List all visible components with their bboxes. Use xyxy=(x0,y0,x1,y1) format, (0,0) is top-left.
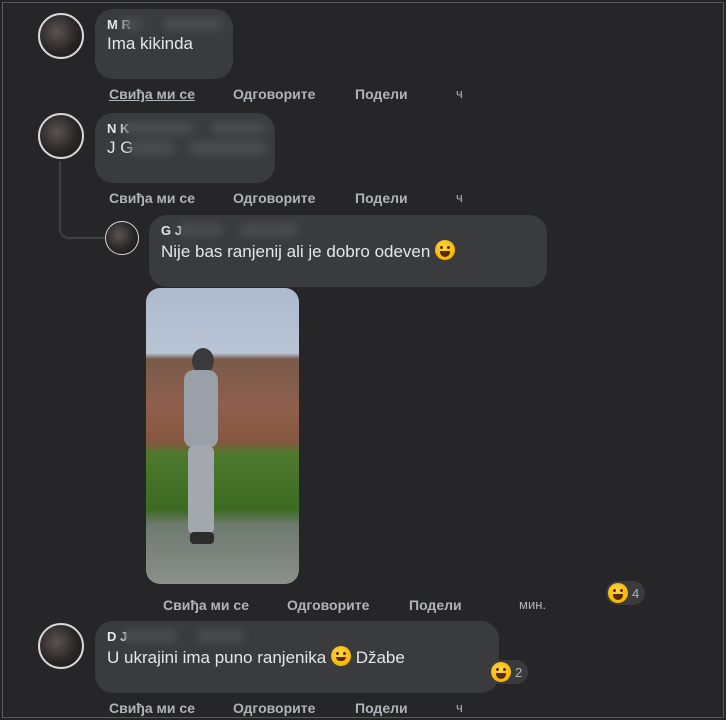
timestamp[interactable]: ч xyxy=(456,700,463,715)
reply-button[interactable]: Одговорите xyxy=(233,700,315,716)
comment-actions: Свиђа ми се Одговорите Подели ч xyxy=(109,86,509,104)
avatar[interactable] xyxy=(105,221,139,255)
share-button[interactable]: Подели xyxy=(355,86,408,102)
avatar[interactable] xyxy=(38,113,84,159)
share-button[interactable]: Подели xyxy=(355,190,408,206)
comment-text: Ima kikinda xyxy=(107,34,193,53)
comment-author[interactable]: D J xyxy=(107,629,487,644)
comment-bubble: M R Ima kikinda xyxy=(95,9,233,79)
laughing-emoji-icon xyxy=(435,240,456,260)
like-button[interactable]: Свиђа ми се xyxy=(163,597,249,613)
share-button[interactable]: Подели xyxy=(355,700,408,716)
laughing-emoji-icon xyxy=(491,662,511,682)
figure-silhouette xyxy=(182,348,220,548)
like-button[interactable]: Свиђа ми се xyxy=(109,700,195,716)
timestamp[interactable]: ч xyxy=(456,190,463,205)
reply-button[interactable]: Одговорите xyxy=(233,86,315,102)
comment-text: U ukrajini ima puno ranjenika Džabe xyxy=(107,646,405,667)
like-button[interactable]: Свиђа ми се xyxy=(109,86,195,102)
avatar[interactable] xyxy=(38,13,84,59)
reply-button[interactable]: Одговорите xyxy=(287,597,369,613)
comments-panel: M R Ima kikinda Свиђа ми се Одговорите П… xyxy=(2,2,724,718)
reply-button[interactable]: Одговорите xyxy=(233,190,315,206)
comment-actions: Свиђа ми се Одговорите Подели мин. xyxy=(163,597,583,615)
comment-photo[interactable] xyxy=(146,288,299,584)
comment-actions: Свиђа ми се Одговорите Подели ч xyxy=(109,190,509,208)
comment-actions: Свиђа ми се Одговорите Подели ч xyxy=(109,700,509,717)
comment-author[interactable]: G J xyxy=(161,223,535,238)
avatar[interactable] xyxy=(38,623,84,669)
comment-bubble: N K J G xyxy=(95,113,275,183)
like-button[interactable]: Свиђа ми се xyxy=(109,190,195,206)
comment-text: J G xyxy=(107,138,267,158)
timestamp[interactable]: мин. xyxy=(519,597,546,612)
comment-bubble: G J Nije bas ranjenij ali je dobro odeve… xyxy=(149,215,547,287)
comment-text: Nije bas ranjenij ali je dobro odeven xyxy=(161,240,535,262)
comment-bubble: D J U ukrajini ima puno ranjenika Džabe xyxy=(95,621,499,693)
reaction-count[interactable]: 4 xyxy=(606,581,646,605)
timestamp[interactable]: ч xyxy=(456,86,463,101)
laughing-emoji-icon xyxy=(608,583,628,603)
comment-author[interactable]: M R xyxy=(107,17,223,32)
share-button[interactable]: Подели xyxy=(409,597,462,613)
reaction-count[interactable]: 2 xyxy=(489,660,529,684)
comment-author[interactable]: N K xyxy=(107,121,267,136)
smile-emoji-icon xyxy=(330,646,351,666)
